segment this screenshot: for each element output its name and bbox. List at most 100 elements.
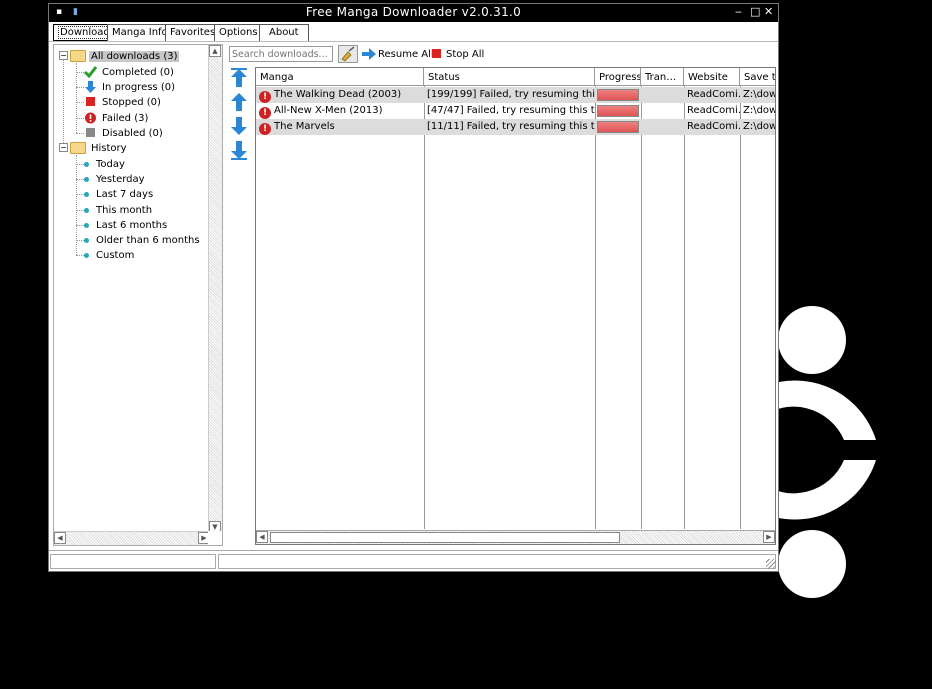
tree-vertical-scrollbar[interactable]: ▲ ▼ (208, 45, 222, 533)
progress-bar (597, 121, 639, 133)
tree-history-yesterday[interactable]: Yesterday (80, 172, 147, 186)
status-panel-right (218, 554, 776, 569)
move-top-button[interactable] (230, 68, 248, 88)
move-down-button[interactable] (230, 116, 248, 136)
bullet-icon (84, 252, 89, 258)
cell-manga: ! The Walking Dead (2003) (256, 87, 424, 103)
column-header-transfer[interactable]: Tran… (641, 68, 684, 86)
cell-status: [11/11] Failed, try resuming this task! (427, 121, 595, 132)
move-up-button[interactable] (230, 92, 248, 112)
table-header: Manga Status Progress Tran… Website Save… (256, 68, 775, 86)
cell-status: [199/199] Failed, try resuming this task… (427, 89, 595, 100)
progress-bar (597, 105, 639, 117)
scroll-left-icon[interactable]: ◀ (256, 531, 268, 543)
tree-all-downloads[interactable]: All downloads (3) (70, 49, 180, 63)
tree-completed[interactable]: Completed (0) (84, 65, 176, 79)
bullet-icon (84, 161, 89, 167)
cell-save-to: Z:\down (743, 105, 775, 116)
scroll-left-icon[interactable]: ◀ (54, 532, 66, 544)
tab-favorites[interactable]: Favorites (165, 24, 221, 41)
window-title: Free Manga Downloader v2.0.31.0 (305, 5, 522, 19)
tree-disabled[interactable]: Disabled (0) (84, 126, 165, 140)
cell-transfer (641, 119, 684, 135)
scroll-right-icon[interactable]: ▶ (763, 531, 775, 543)
stop-icon (86, 97, 95, 106)
scroll-thumb[interactable] (270, 532, 620, 543)
folder-icon (70, 50, 86, 62)
column-header-manga[interactable]: Manga (256, 68, 424, 86)
cell-transfer (641, 87, 684, 103)
search-input[interactable] (229, 46, 333, 62)
table-row[interactable]: ! The Marvels [11/11] Failed, try resuming… (256, 119, 775, 135)
progress-bar (597, 89, 639, 101)
broom-icon (341, 46, 355, 62)
column-header-status[interactable]: Status (424, 68, 595, 86)
tab-manga-info[interactable]: Manga Info (107, 24, 173, 41)
tab-about[interactable]: About (259, 24, 309, 41)
move-bottom-button[interactable] (230, 140, 248, 160)
status-bar (49, 550, 778, 571)
tree-history-this-month[interactable]: This month (80, 203, 154, 217)
cell-website: ReadComi… (687, 121, 740, 132)
disabled-icon (86, 128, 95, 137)
cell-progress (595, 87, 641, 103)
tree-in-progress[interactable]: In progress (0) (84, 80, 177, 94)
cell-progress (595, 119, 641, 135)
down-arrow-icon (85, 81, 96, 93)
cell-manga: ! All-New X-Men (2013) (256, 103, 424, 119)
table-row[interactable]: ! All-New X-Men (2013) [47/47] Failed, try… (256, 103, 775, 119)
bullet-icon (84, 191, 89, 197)
bullet-icon (84, 222, 89, 228)
collapse-downloads-toggle[interactable]: − (59, 51, 68, 60)
stop-icon (432, 49, 441, 58)
filter-tree: − All downloads (3) Completed (0) In pro… (53, 44, 223, 546)
tree-history-today[interactable]: Today (80, 157, 127, 171)
collapse-history-toggle[interactable]: − (59, 143, 68, 152)
stop-all-button[interactable]: Stop All (431, 47, 484, 61)
maximize-button[interactable]: □ (750, 5, 760, 18)
bullet-icon (84, 176, 89, 182)
tree-history-last-6-months[interactable]: Last 6 months (80, 218, 169, 232)
cell-website: ReadComi… (687, 89, 740, 100)
tree-history-custom[interactable]: Custom (80, 248, 136, 262)
cell-save-to: Z:\down (743, 89, 775, 100)
cell-status: [47/47] Failed, try resuming this task! (427, 105, 595, 116)
tree-history-older[interactable]: Older than 6 months (80, 233, 202, 247)
tree-horizontal-scrollbar[interactable]: ◀ ▶ (54, 531, 210, 545)
tree-history-last-7-days[interactable]: Last 7 days (80, 187, 155, 201)
error-icon: ! (259, 91, 271, 103)
app-window: ▪ ▮ Free Manga Downloader v2.0.31.0 ‒ □ … (48, 3, 779, 572)
cell-save-to: Z:\down (743, 121, 775, 132)
tree-history[interactable]: History (70, 141, 129, 155)
table-row[interactable]: ! The Walking Dead (2003) [199/199] Failed… (256, 87, 775, 103)
cell-website: ReadComi… (687, 105, 740, 116)
cell-progress (595, 103, 641, 119)
column-header-progress[interactable]: Progress (595, 68, 641, 86)
resume-icon (362, 48, 376, 60)
downloads-table: Manga Status Progress Tran… Website Save… (255, 67, 776, 545)
tab-options[interactable]: Options (214, 24, 263, 41)
scroll-up-icon[interactable]: ▲ (209, 45, 221, 57)
error-icon (85, 112, 96, 124)
status-panel-left (50, 554, 216, 569)
clear-search-button[interactable] (338, 45, 358, 63)
cell-manga: ! The Marvels (256, 119, 424, 135)
reorder-controls (227, 68, 251, 168)
folder-icon (70, 142, 86, 154)
minimize-button[interactable]: ‒ (735, 5, 742, 18)
column-header-website[interactable]: Website (684, 68, 740, 86)
error-icon: ! (259, 123, 271, 135)
title-bar[interactable]: ▪ ▮ Free Manga Downloader v2.0.31.0 ‒ □ … (49, 4, 778, 22)
resize-grip[interactable] (766, 559, 776, 569)
bullet-icon (84, 207, 89, 213)
close-button[interactable]: ✕ (764, 5, 773, 18)
tab-bar: Downloads Manga Info Favorites Options A… (49, 22, 778, 42)
tree-failed[interactable]: Failed (3) (84, 111, 150, 125)
tree-stopped[interactable]: Stopped (0) (84, 95, 163, 109)
resume-all-button[interactable]: Resume All (362, 47, 434, 61)
column-header-save-to[interactable]: Save to (740, 68, 775, 86)
cell-transfer (641, 103, 684, 119)
table-horizontal-scrollbar[interactable]: ◀ ▶ (256, 530, 775, 544)
error-icon: ! (259, 107, 271, 119)
bullet-icon (84, 237, 89, 243)
